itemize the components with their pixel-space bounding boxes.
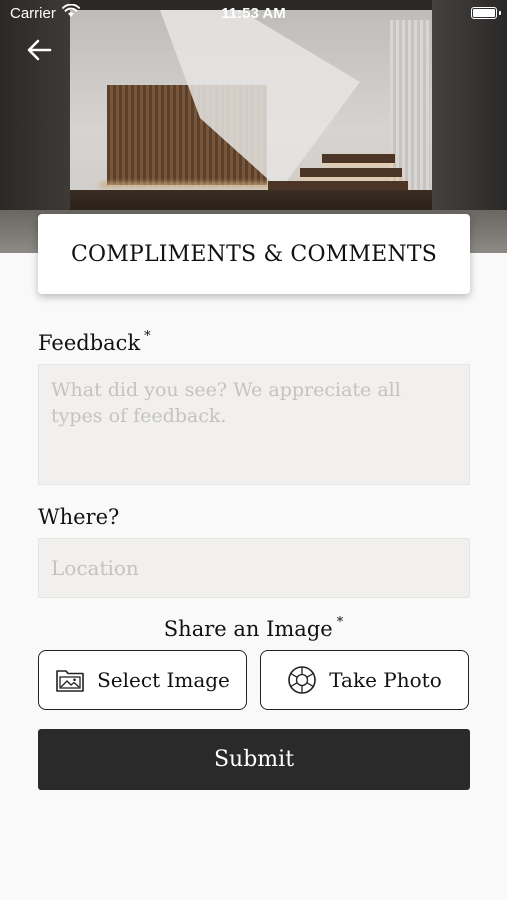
share-image-label-text: Share an Image xyxy=(163,617,333,641)
required-mark: * xyxy=(144,329,151,344)
select-image-label: Select Image xyxy=(97,668,230,692)
feedback-textarea[interactable] xyxy=(38,364,470,485)
location-input[interactable] xyxy=(38,538,470,598)
camera-aperture-icon xyxy=(288,666,317,694)
back-button[interactable] xyxy=(24,34,56,66)
take-photo-label: Take Photo xyxy=(329,668,442,692)
feedback-label: Feedback * xyxy=(38,329,151,355)
submit-button[interactable]: Submit xyxy=(38,729,470,790)
hero-floor xyxy=(70,190,435,210)
take-photo-button[interactable]: Take Photo xyxy=(260,650,469,710)
hero-floor-light xyxy=(100,182,270,188)
hero-white-slats xyxy=(390,20,430,190)
page-title: COMPLIMENTS & COMMENTS xyxy=(70,241,438,267)
battery-tip xyxy=(499,11,501,15)
where-label: Where? xyxy=(38,505,120,529)
image-folder-icon xyxy=(56,670,84,692)
status-time: 11:53 AM xyxy=(221,5,286,22)
share-image-label: Share an Image * xyxy=(0,615,507,641)
hero-step xyxy=(268,181,408,190)
arrow-left-icon xyxy=(27,39,52,61)
required-mark: * xyxy=(336,615,344,630)
status-bar: Carrier 11:53 AM xyxy=(0,0,507,28)
battery-icon xyxy=(471,7,497,19)
feedback-label-text: Feedback xyxy=(38,331,141,355)
hero-step xyxy=(322,154,395,163)
submit-label: Submit xyxy=(213,747,295,772)
title-card: COMPLIMENTS & COMMENTS xyxy=(38,214,470,294)
hero-step xyxy=(300,168,402,177)
select-image-button[interactable]: Select Image xyxy=(38,650,247,710)
